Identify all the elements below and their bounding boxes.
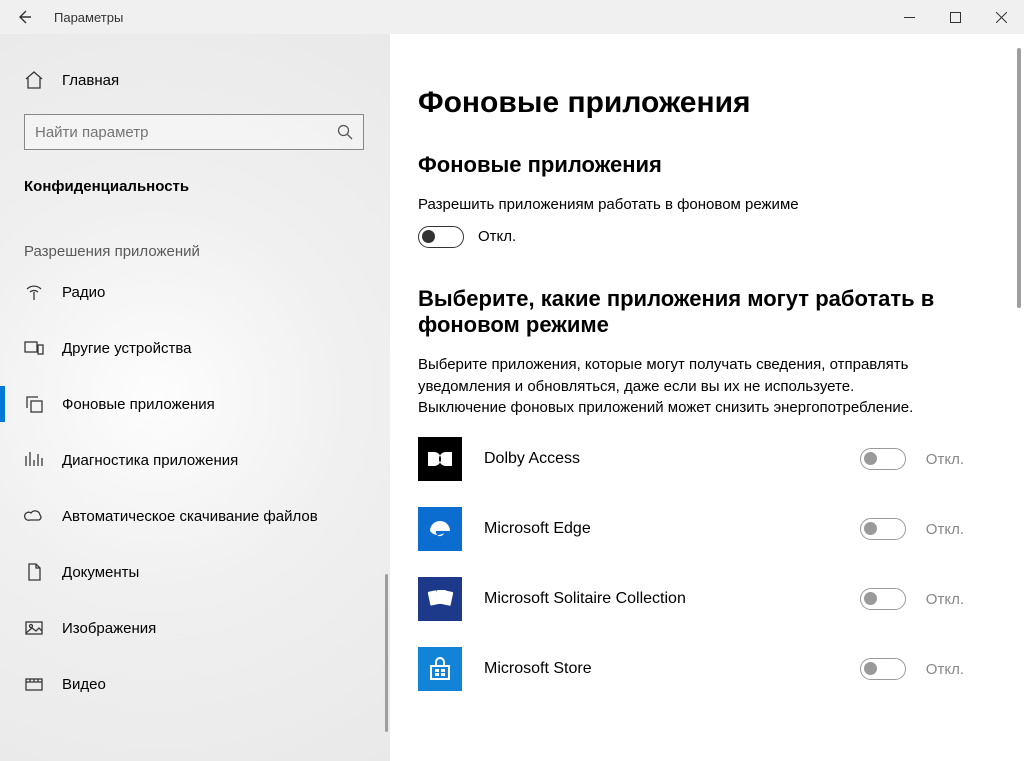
sidebar: Главная Конфиденциальность Разрешения пр… bbox=[0, 34, 390, 761]
sidebar-item-auto-downloads[interactable]: Автоматическое скачивание файлов bbox=[0, 488, 390, 544]
app-row-store: Microsoft Store Откл. bbox=[418, 647, 984, 691]
sidebar-item-videos[interactable]: Видео bbox=[0, 656, 390, 712]
sidebar-home[interactable]: Главная bbox=[0, 56, 390, 104]
allow-background-toggle[interactable] bbox=[418, 226, 464, 248]
cloud-download-icon bbox=[24, 506, 44, 526]
content-pane: Фоновые приложения Фоновые приложения Ра… bbox=[390, 34, 1024, 761]
close-button[interactable] bbox=[978, 0, 1024, 34]
back-button[interactable] bbox=[0, 0, 48, 34]
app-toggle-edge[interactable] bbox=[860, 518, 906, 540]
app-toggle-state: Откл. bbox=[926, 661, 964, 678]
sidebar-item-pictures[interactable]: Изображения bbox=[0, 600, 390, 656]
app-icon-edge bbox=[418, 507, 462, 551]
sidebar-item-background-apps[interactable]: Фоновые приложения bbox=[0, 376, 390, 432]
window-title: Параметры bbox=[54, 10, 123, 25]
document-icon bbox=[24, 562, 44, 582]
sidebar-item-label: Диагностика приложения bbox=[62, 452, 238, 469]
sidebar-item-label: Радио bbox=[62, 284, 105, 301]
app-toggle-store[interactable] bbox=[860, 658, 906, 680]
maximize-button[interactable] bbox=[932, 0, 978, 34]
app-name: Microsoft Solitaire Collection bbox=[484, 590, 860, 608]
app-icon-dolby bbox=[418, 437, 462, 481]
sidebar-scrollbar[interactable] bbox=[385, 574, 388, 732]
search-icon bbox=[337, 124, 353, 140]
sidebar-item-radio[interactable]: Радио bbox=[0, 264, 390, 320]
allow-background-state: Откл. bbox=[478, 228, 516, 245]
sidebar-item-other-devices[interactable]: Другие устройства bbox=[0, 320, 390, 376]
radio-icon bbox=[24, 282, 44, 302]
app-name: Microsoft Edge bbox=[484, 520, 860, 538]
app-icon-store bbox=[418, 647, 462, 691]
app-icon-solitaire bbox=[418, 577, 462, 621]
devices-icon bbox=[24, 338, 44, 358]
sidebar-item-app-diagnostics[interactable]: Диагностика приложения bbox=[0, 432, 390, 488]
sidebar-home-label: Главная bbox=[62, 72, 119, 89]
app-row-dolby: Dolby Access Откл. bbox=[418, 437, 984, 481]
app-row-solitaire: Microsoft Solitaire Collection Откл. bbox=[418, 577, 984, 621]
sidebar-category: Конфиденциальность bbox=[0, 150, 390, 203]
video-icon bbox=[24, 674, 44, 694]
search-input[interactable] bbox=[35, 124, 325, 141]
app-toggle-state: Откл. bbox=[926, 591, 964, 608]
app-name: Dolby Access bbox=[484, 450, 860, 468]
background-apps-icon bbox=[24, 394, 44, 414]
app-toggle-state: Откл. bbox=[926, 451, 964, 468]
sidebar-item-label: Другие устройства bbox=[62, 340, 191, 357]
pictures-icon bbox=[24, 618, 44, 638]
app-name: Microsoft Store bbox=[484, 660, 860, 678]
sidebar-nav: Радио Другие устройства Фоновые приложен… bbox=[0, 264, 390, 712]
section-heading-general: Фоновые приложения bbox=[418, 152, 984, 178]
sidebar-item-label: Автоматическое скачивание файлов bbox=[62, 508, 318, 525]
sidebar-item-label: Изображения bbox=[62, 620, 156, 637]
app-row-edge: Microsoft Edge Откл. bbox=[418, 507, 984, 551]
allow-background-label: Разрешить приложениям работать в фоновом… bbox=[418, 194, 938, 216]
sidebar-group-title: Разрешения приложений bbox=[0, 203, 390, 264]
sidebar-item-label: Документы bbox=[62, 564, 139, 581]
app-toggle-state: Откл. bbox=[926, 521, 964, 538]
search-box[interactable] bbox=[24, 114, 364, 150]
section-heading-choose: Выберите, какие приложения могут работат… bbox=[418, 286, 958, 338]
app-toggle-dolby[interactable] bbox=[860, 448, 906, 470]
sidebar-item-label: Видео bbox=[62, 676, 106, 693]
diagnostics-icon bbox=[24, 450, 44, 470]
home-icon bbox=[24, 70, 44, 90]
page-title: Фоновые приложения bbox=[418, 86, 984, 120]
content-scrollbar[interactable] bbox=[1017, 48, 1021, 308]
section-choose-desc: Выберите приложения, которые могут получ… bbox=[418, 354, 938, 419]
sidebar-item-documents[interactable]: Документы bbox=[0, 544, 390, 600]
sidebar-item-label: Фоновые приложения bbox=[62, 396, 215, 413]
title-bar: Параметры bbox=[0, 0, 1024, 34]
minimize-button[interactable] bbox=[886, 0, 932, 34]
app-toggle-solitaire[interactable] bbox=[860, 588, 906, 610]
